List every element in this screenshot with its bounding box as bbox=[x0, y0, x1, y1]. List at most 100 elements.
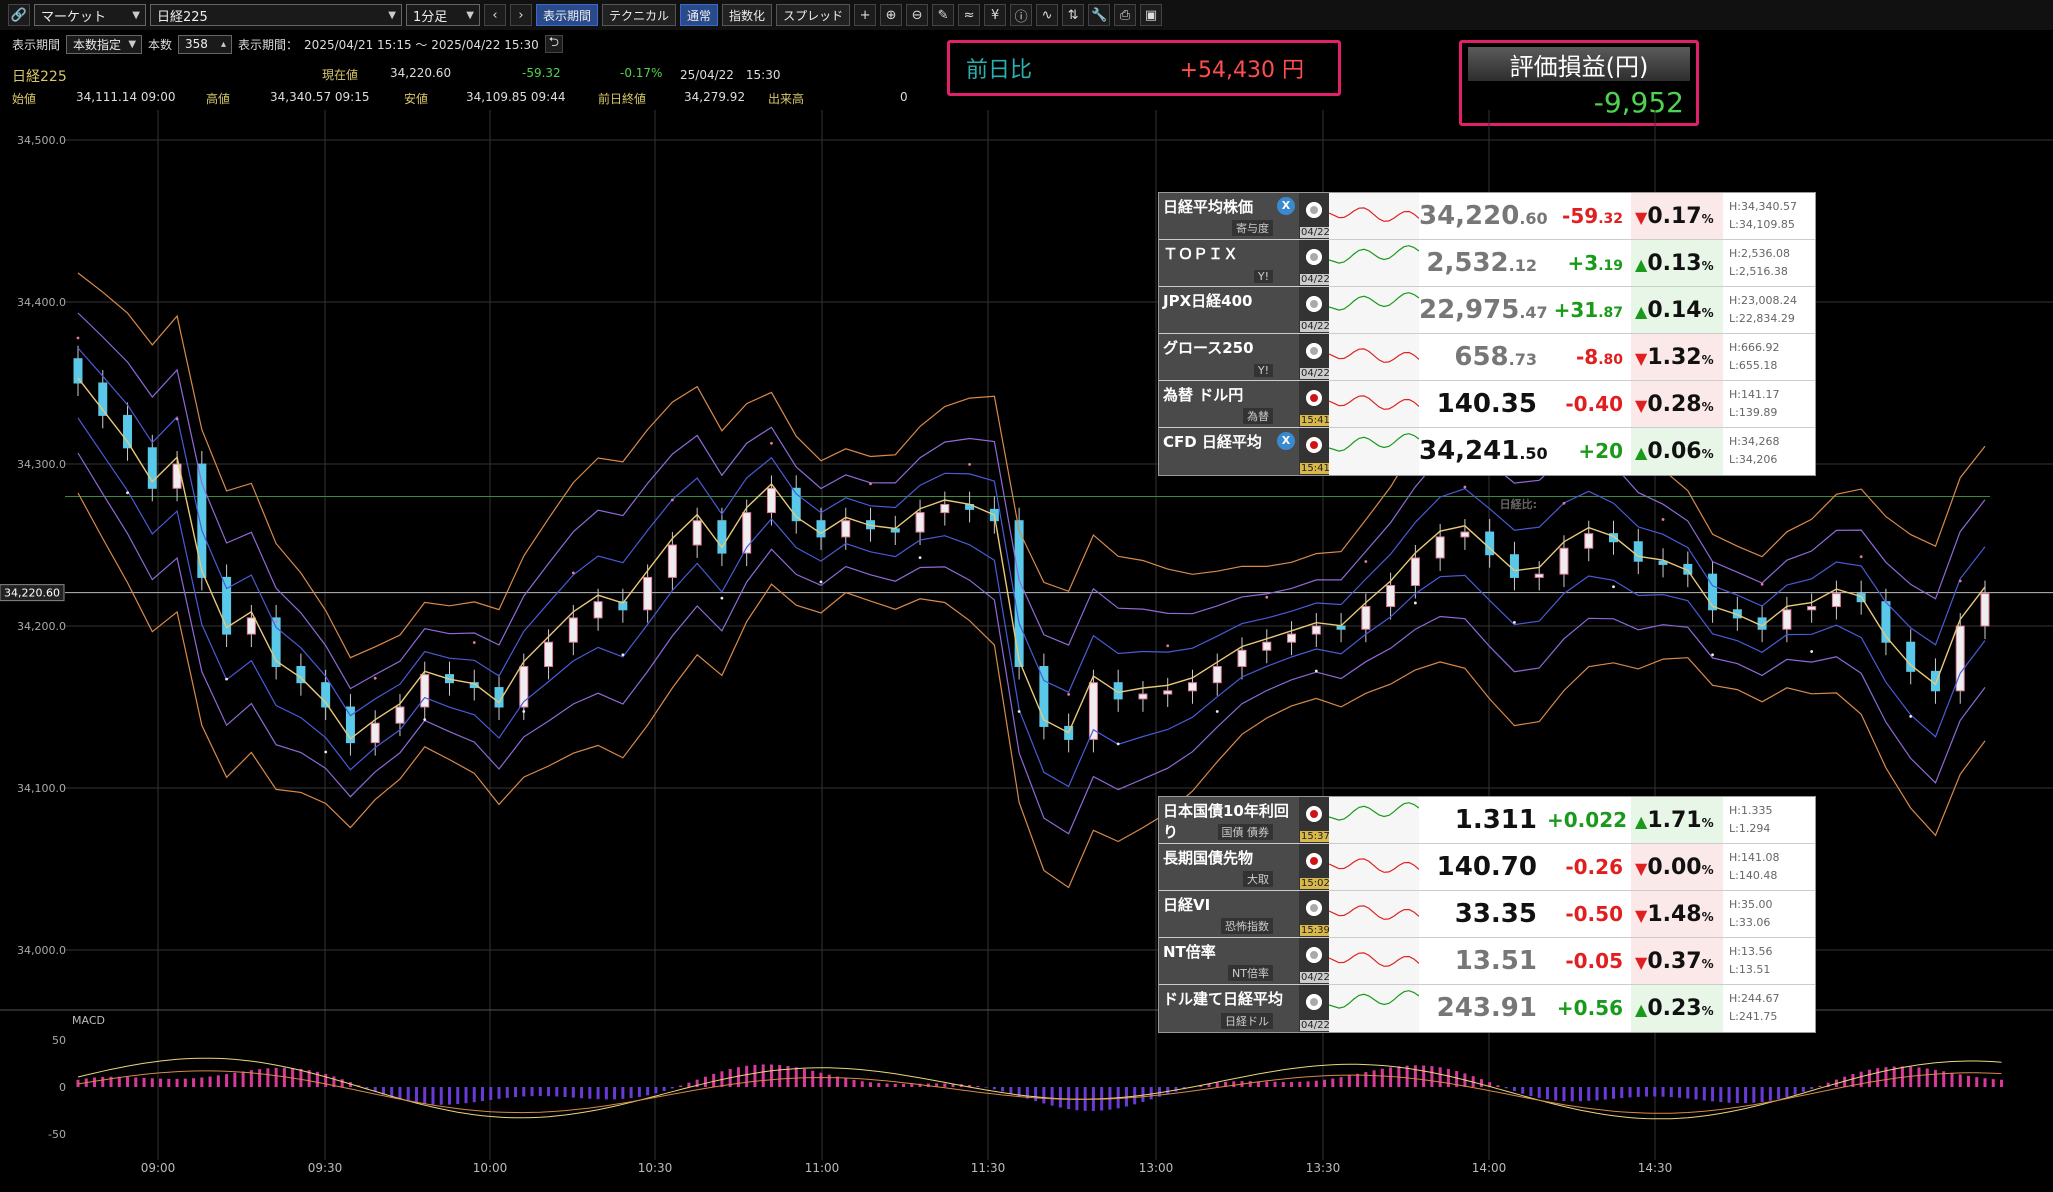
undo-icon[interactable]: ⮌ bbox=[544, 35, 563, 53]
watchlist-sub-label[interactable]: Y! bbox=[1253, 270, 1273, 283]
watchlist-time: 15:37 bbox=[1300, 831, 1331, 842]
watchlist-row[interactable]: 長期国債先物 大取 15:02 140.70 -0.26 ▼0.00% H:141.08 L:… bbox=[1159, 844, 1815, 891]
watchlist-row[interactable]: NT倍率 NT倍率 04/22 13.51 -0.05 ▼0.37% H:13.56 L:13… bbox=[1159, 938, 1815, 985]
watchlist-sub-label[interactable]: 日経ドル bbox=[1221, 1013, 1273, 1029]
y-tick-label: 34,200.0 bbox=[17, 620, 66, 633]
watchlist-sub-label[interactable]: Y! bbox=[1253, 364, 1273, 377]
watchlist-row[interactable]: JPX日経400 04/22 22,975.47 +31.87 ▲0.14% H:23,0… bbox=[1159, 287, 1815, 334]
count-stepper[interactable]: 358 ▴ bbox=[178, 34, 233, 54]
watchlist-name: ＴＯＰＩＸ bbox=[1163, 245, 1239, 263]
watchlist-low: L:34,206 bbox=[1729, 453, 1778, 466]
flag-icon bbox=[1306, 296, 1322, 312]
link-icon[interactable]: 🔗 bbox=[8, 4, 30, 26]
indicator-icon[interactable]: ⇅ bbox=[1062, 4, 1085, 26]
watchlist-flag-cell: 04/22 bbox=[1299, 287, 1331, 333]
sar-dot bbox=[1958, 579, 1962, 583]
watchlist-time: 04/22 bbox=[1300, 227, 1331, 238]
macd-bar bbox=[1620, 1087, 1624, 1099]
next-icon[interactable]: › bbox=[510, 4, 532, 26]
info-icon[interactable]: ⓘ bbox=[1010, 4, 1033, 26]
watchlist-price: 1.311 bbox=[1419, 797, 1547, 843]
window-icon[interactable]: ▣ bbox=[1140, 4, 1163, 26]
watchlist-row[interactable]: ドル建て日経平均 日経ドル 04/22 243.91 +0.56 ▲0.23% H:244.… bbox=[1159, 985, 1815, 1032]
macd-bar bbox=[200, 1077, 204, 1087]
watchlist-row[interactable]: ＴＯＰＩＸ Y! 04/22 2,532.12 +3.19 ▲0.13% H:2,536.0… bbox=[1159, 240, 1815, 287]
zoom-in-icon[interactable]: ⊕ bbox=[880, 4, 903, 26]
watchlist-row[interactable]: 日経平均株価 寄与度 X 04/22 34,220.60 -59.32 ▼0.17% H:34… bbox=[1159, 193, 1815, 240]
watchlist-price-dec: .60 bbox=[1519, 209, 1548, 228]
index-button[interactable]: 指数化 bbox=[722, 4, 773, 26]
yen-icon[interactable]: ¥ bbox=[984, 4, 1007, 26]
watchlist-highlow: H:141.17 L:139.89 bbox=[1723, 381, 1815, 427]
arrow-up-icon: ▲ bbox=[1635, 812, 1648, 831]
watchlist-sub-label[interactable]: 大取 bbox=[1243, 871, 1273, 887]
period-mode-select[interactable]: 本数指定 ▼ bbox=[66, 34, 143, 54]
macd-bar bbox=[1628, 1087, 1632, 1098]
zoom-out-icon[interactable]: ⊖ bbox=[906, 4, 929, 26]
watchlist-sparkline-cell bbox=[1328, 240, 1420, 286]
spread-button[interactable]: スプレッド bbox=[776, 4, 851, 26]
candle-body bbox=[1435, 536, 1445, 559]
wrench-icon[interactable]: 🔧 bbox=[1088, 4, 1111, 26]
watchlist-high: H:141.08 bbox=[1729, 851, 1780, 864]
watchlist-sub-label[interactable]: 寄与度 bbox=[1232, 220, 1273, 236]
watchlist-time: 04/22 bbox=[1300, 1020, 1331, 1031]
watchlist-price: 22,975.47 bbox=[1419, 287, 1548, 333]
symbol-select[interactable]: 日経225 ▼ bbox=[150, 4, 402, 26]
candle-body bbox=[816, 520, 826, 538]
prev-icon[interactable]: ‹ bbox=[484, 4, 506, 26]
macd-bar bbox=[1669, 1087, 1673, 1098]
watchlist-percent: ▼0.37% bbox=[1631, 938, 1723, 984]
flag-icon bbox=[1306, 390, 1322, 406]
watchlist-top: 日経平均株価 寄与度 X 04/22 34,220.60 -59.32 ▼0.17% H:34… bbox=[1158, 192, 1816, 511]
candle-body bbox=[1262, 641, 1272, 651]
watchlist-name-cell: JPX日経400 bbox=[1159, 287, 1299, 333]
macd-bar bbox=[745, 1065, 749, 1087]
range-value: 2025/04/21 15:15 ～ 2025/04/22 15:30 bbox=[304, 37, 539, 52]
macd-bar bbox=[1042, 1087, 1046, 1104]
macd-bar bbox=[1562, 1087, 1566, 1102]
watchlist-sub-label[interactable]: NT倍率 bbox=[1228, 965, 1273, 981]
arrow-up-icon: ▲ bbox=[1635, 1000, 1648, 1019]
watchlist-high: H:141.17 bbox=[1729, 388, 1780, 401]
normal-button[interactable]: 通常 bbox=[680, 4, 719, 26]
technical-button[interactable]: テクニカル bbox=[602, 4, 677, 26]
watchlist-price-int: 658 bbox=[1454, 342, 1509, 372]
prev-close-value: 34,279.92 bbox=[684, 90, 746, 104]
watchlist-change: +31.87 bbox=[1547, 287, 1631, 333]
market-select[interactable]: マーケット ▼ bbox=[34, 4, 146, 26]
interval-select[interactable]: 1分足 ▼ bbox=[406, 4, 480, 26]
watchlist-high: H:34,340.57 bbox=[1729, 200, 1797, 213]
watchlist-sub-label[interactable]: 恐怖指数 bbox=[1221, 918, 1273, 934]
crosshair-icon[interactable]: + bbox=[854, 4, 877, 26]
macd-bar bbox=[1372, 1070, 1376, 1087]
watchlist-row[interactable]: 為替 ドル円 為替 15:41 140.35 -0.40 ▼0.28% H:141.17 L:… bbox=[1159, 381, 1815, 428]
macd-bar bbox=[1636, 1087, 1640, 1097]
watchlist-sub-label[interactable]: 国債 債券 bbox=[1217, 824, 1273, 840]
watchlist-price: 658.73 bbox=[1419, 334, 1547, 380]
watchlist-sparkline-cell bbox=[1328, 287, 1420, 333]
watchlist-price: 2,532.12 bbox=[1419, 240, 1547, 286]
macd-bar bbox=[117, 1076, 121, 1087]
x-icon[interactable]: X bbox=[1277, 197, 1295, 215]
watchlist-row[interactable]: CFD 日経平均 X 15:41 34,241.50日経比: +20 ▲0.06% H:34… bbox=[1159, 428, 1815, 511]
arrow-up-icon: ▲ bbox=[1635, 302, 1648, 321]
watchlist-sparkline-cell bbox=[1328, 985, 1420, 1032]
watchlist-row[interactable]: 日本国債10年利回り 国債 債券 15:37 1.311 +0.022 ▲1.71% H:1… bbox=[1159, 797, 1815, 844]
chart-style-icon[interactable]: ≈ bbox=[958, 4, 981, 26]
compare-icon[interactable]: ∿ bbox=[1036, 4, 1059, 26]
print-icon[interactable]: ⎙ bbox=[1114, 4, 1137, 26]
macd-bar bbox=[1661, 1087, 1665, 1097]
macd-bar bbox=[447, 1087, 451, 1105]
pencil-icon[interactable]: ✎ bbox=[932, 4, 955, 26]
watchlist-row[interactable]: 日経VI 恐怖指数 15:39 33.35 -0.50 ▼1.48% H:35.00 L:33… bbox=[1159, 891, 1815, 938]
x-icon[interactable]: X bbox=[1277, 432, 1295, 450]
sar-dot bbox=[1909, 714, 1913, 718]
period-button[interactable]: 表示期間 bbox=[536, 4, 599, 26]
watchlist-sub-label[interactable]: 為替 bbox=[1243, 408, 1273, 424]
candle-body bbox=[568, 617, 578, 643]
watchlist-name: 為替 ドル円 bbox=[1163, 386, 1244, 404]
flag-icon bbox=[1306, 806, 1322, 822]
watchlist-row[interactable]: グロース250 Y! 04/22 658.73 -8.80 ▼1.32% H:666.92 L… bbox=[1159, 334, 1815, 381]
macd-bar bbox=[703, 1076, 707, 1087]
